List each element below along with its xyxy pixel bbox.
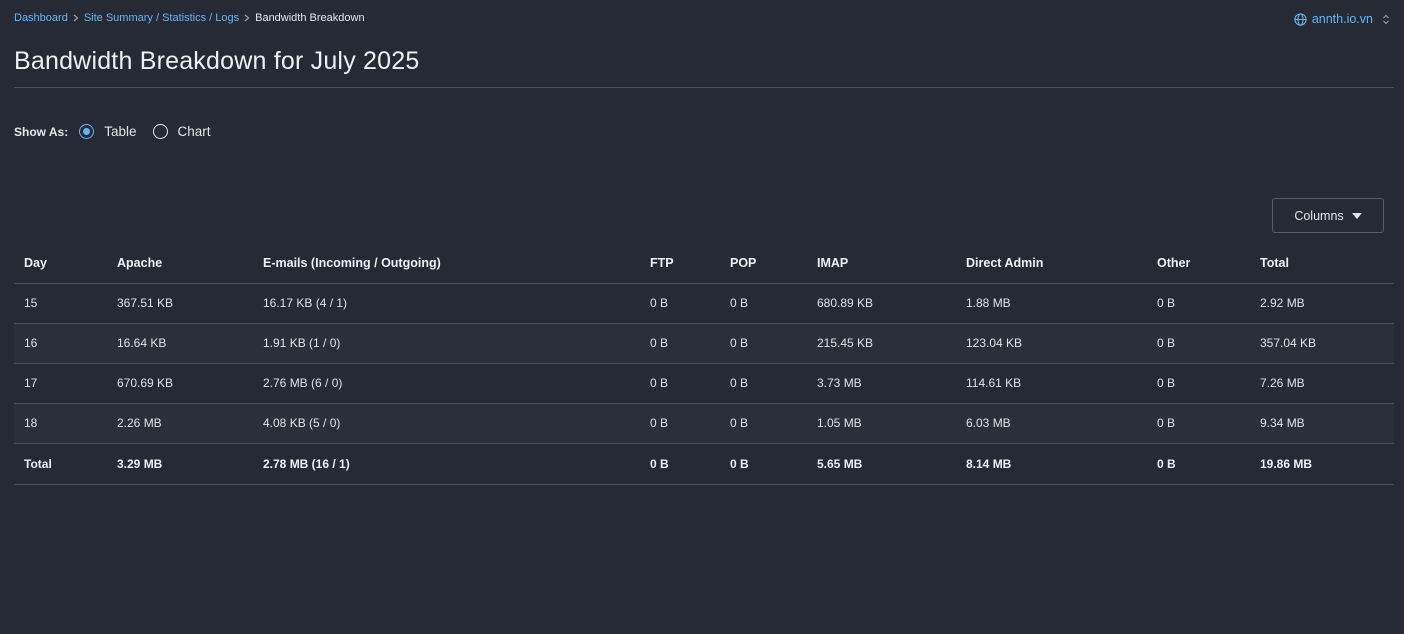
table-row: 18 2.26 MB 4.08 KB (5 / 0) 0 B 0 B 1.05 … (14, 403, 1394, 444)
show-as-group: Show As: Table Chart (14, 124, 227, 139)
radio-table[interactable]: Table (79, 124, 137, 139)
caret-down-icon (1351, 212, 1362, 219)
table-cell: 670.69 KB (107, 363, 253, 404)
table-cell: 114.61 KB (956, 363, 1147, 404)
breadcrumb-dashboard-link[interactable]: Dashboard (14, 12, 68, 24)
table-cell: 123.04 KB (956, 323, 1147, 364)
radio-chart-label: Chart (177, 124, 211, 139)
table-cell: 0 B (720, 283, 807, 324)
table-cell: 680.89 KB (807, 283, 956, 324)
column-header[interactable]: Day (14, 243, 107, 284)
table-cell: 16.64 KB (107, 323, 253, 364)
column-header[interactable]: POP (720, 243, 807, 284)
table-cell: 0 B (720, 323, 807, 364)
table-cell: 6.03 MB (956, 403, 1147, 444)
breadcrumb-current: Bandwidth Breakdown (255, 12, 365, 24)
top-bar: Dashboard Site Summary / Statistics / Lo… (14, 12, 1392, 28)
total-cell: 0 B (720, 442, 807, 485)
table-row: 15 367.51 KB 16.17 KB (4 / 1) 0 B 0 B 68… (14, 283, 1394, 324)
table-cell: 3.73 MB (807, 363, 956, 404)
columns-button-label: Columns (1294, 208, 1344, 223)
table-cell: 9.34 MB (1250, 403, 1394, 444)
table-header-row: Day Apache E-mails (Incoming / Outgoing)… (14, 243, 1394, 284)
page-title: Bandwidth Breakdown for July 2025 (14, 47, 420, 75)
radio-table-indicator[interactable] (79, 124, 95, 139)
bandwidth-table: Day Apache E-mails (Incoming / Outgoing)… (14, 243, 1394, 485)
globe-icon (1294, 12, 1307, 26)
total-cell: 19.86 MB (1250, 442, 1394, 485)
total-cell: 2.78 MB (16 / 1) (253, 442, 640, 485)
bandwidth-table-container: Day Apache E-mails (Incoming / Outgoing)… (14, 243, 1394, 485)
table-cell: 367.51 KB (107, 283, 253, 324)
column-header[interactable]: IMAP (807, 243, 956, 284)
breadcrumb: Dashboard Site Summary / Statistics / Lo… (14, 12, 1392, 24)
show-as-label: Show As: (14, 124, 69, 139)
table-cell: 0 B (1147, 363, 1250, 404)
total-cell: 8.14 MB (956, 442, 1147, 485)
table-cell: 0 B (640, 363, 720, 404)
domain-selector[interactable]: annth.io.vn (1294, 12, 1390, 26)
column-header[interactable]: Apache (107, 243, 253, 284)
table-cell: 0 B (640, 283, 720, 324)
table-cell: 0 B (1147, 283, 1250, 324)
total-cell: Total (14, 442, 107, 485)
chevron-up-down-icon (1382, 14, 1390, 25)
total-cell: 0 B (640, 442, 720, 485)
table-total-row: Total 3.29 MB 2.78 MB (16 / 1) 0 B 0 B 5… (14, 442, 1394, 485)
table-cell: 0 B (640, 403, 720, 444)
chevron-right-icon (73, 14, 79, 22)
column-header[interactable]: Direct Admin (956, 243, 1147, 284)
breadcrumb-site-summary-link[interactable]: Site Summary / Statistics / Logs (84, 12, 239, 24)
total-cell: 5.65 MB (807, 442, 956, 485)
table-cell: 0 B (720, 403, 807, 444)
table-cell: 16.17 KB (4 / 1) (253, 283, 640, 324)
table-cell: 0 B (1147, 403, 1250, 444)
table-cell: 2.92 MB (1250, 283, 1394, 324)
table-row: 16 16.64 KB 1.91 KB (1 / 0) 0 B 0 B 215.… (14, 323, 1394, 364)
column-header[interactable]: Other (1147, 243, 1250, 284)
radio-chart-indicator[interactable] (152, 124, 168, 139)
domain-label: annth.io.vn (1311, 12, 1373, 26)
table-cell: 0 B (1147, 323, 1250, 364)
column-header[interactable]: FTP (640, 243, 720, 284)
table-cell: 0 B (640, 323, 720, 364)
table-cell: 15 (14, 283, 107, 324)
total-cell: 3.29 MB (107, 442, 253, 485)
column-header[interactable]: Total (1250, 243, 1394, 284)
table-cell: 16 (14, 323, 107, 364)
table-cell: 2.26 MB (107, 403, 253, 444)
table-cell: 18 (14, 403, 107, 444)
table-cell: 4.08 KB (5 / 0) (253, 403, 640, 444)
table-row: 17 670.69 KB 2.76 MB (6 / 0) 0 B 0 B 3.7… (14, 363, 1394, 404)
radio-chart[interactable]: Chart (152, 124, 211, 139)
column-header[interactable]: E-mails (Incoming / Outgoing) (253, 243, 640, 284)
table-cell: 0 B (720, 363, 807, 404)
title-divider (14, 87, 1394, 88)
chevron-right-icon (244, 14, 250, 22)
table-cell: 1.05 MB (807, 403, 956, 444)
radio-table-label: Table (104, 124, 137, 139)
table-cell: 2.76 MB (6 / 0) (253, 363, 640, 404)
table-cell: 7.26 MB (1250, 363, 1394, 404)
table-cell: 17 (14, 363, 107, 404)
total-cell: 0 B (1147, 442, 1250, 485)
table-cell: 215.45 KB (807, 323, 956, 364)
page: Dashboard Site Summary / Statistics / Lo… (0, 0, 1404, 634)
columns-button[interactable]: Columns (1272, 198, 1384, 233)
table-cell: 1.91 KB (1 / 0) (253, 323, 640, 364)
table-cell: 357.04 KB (1250, 323, 1394, 364)
table-cell: 1.88 MB (956, 283, 1147, 324)
